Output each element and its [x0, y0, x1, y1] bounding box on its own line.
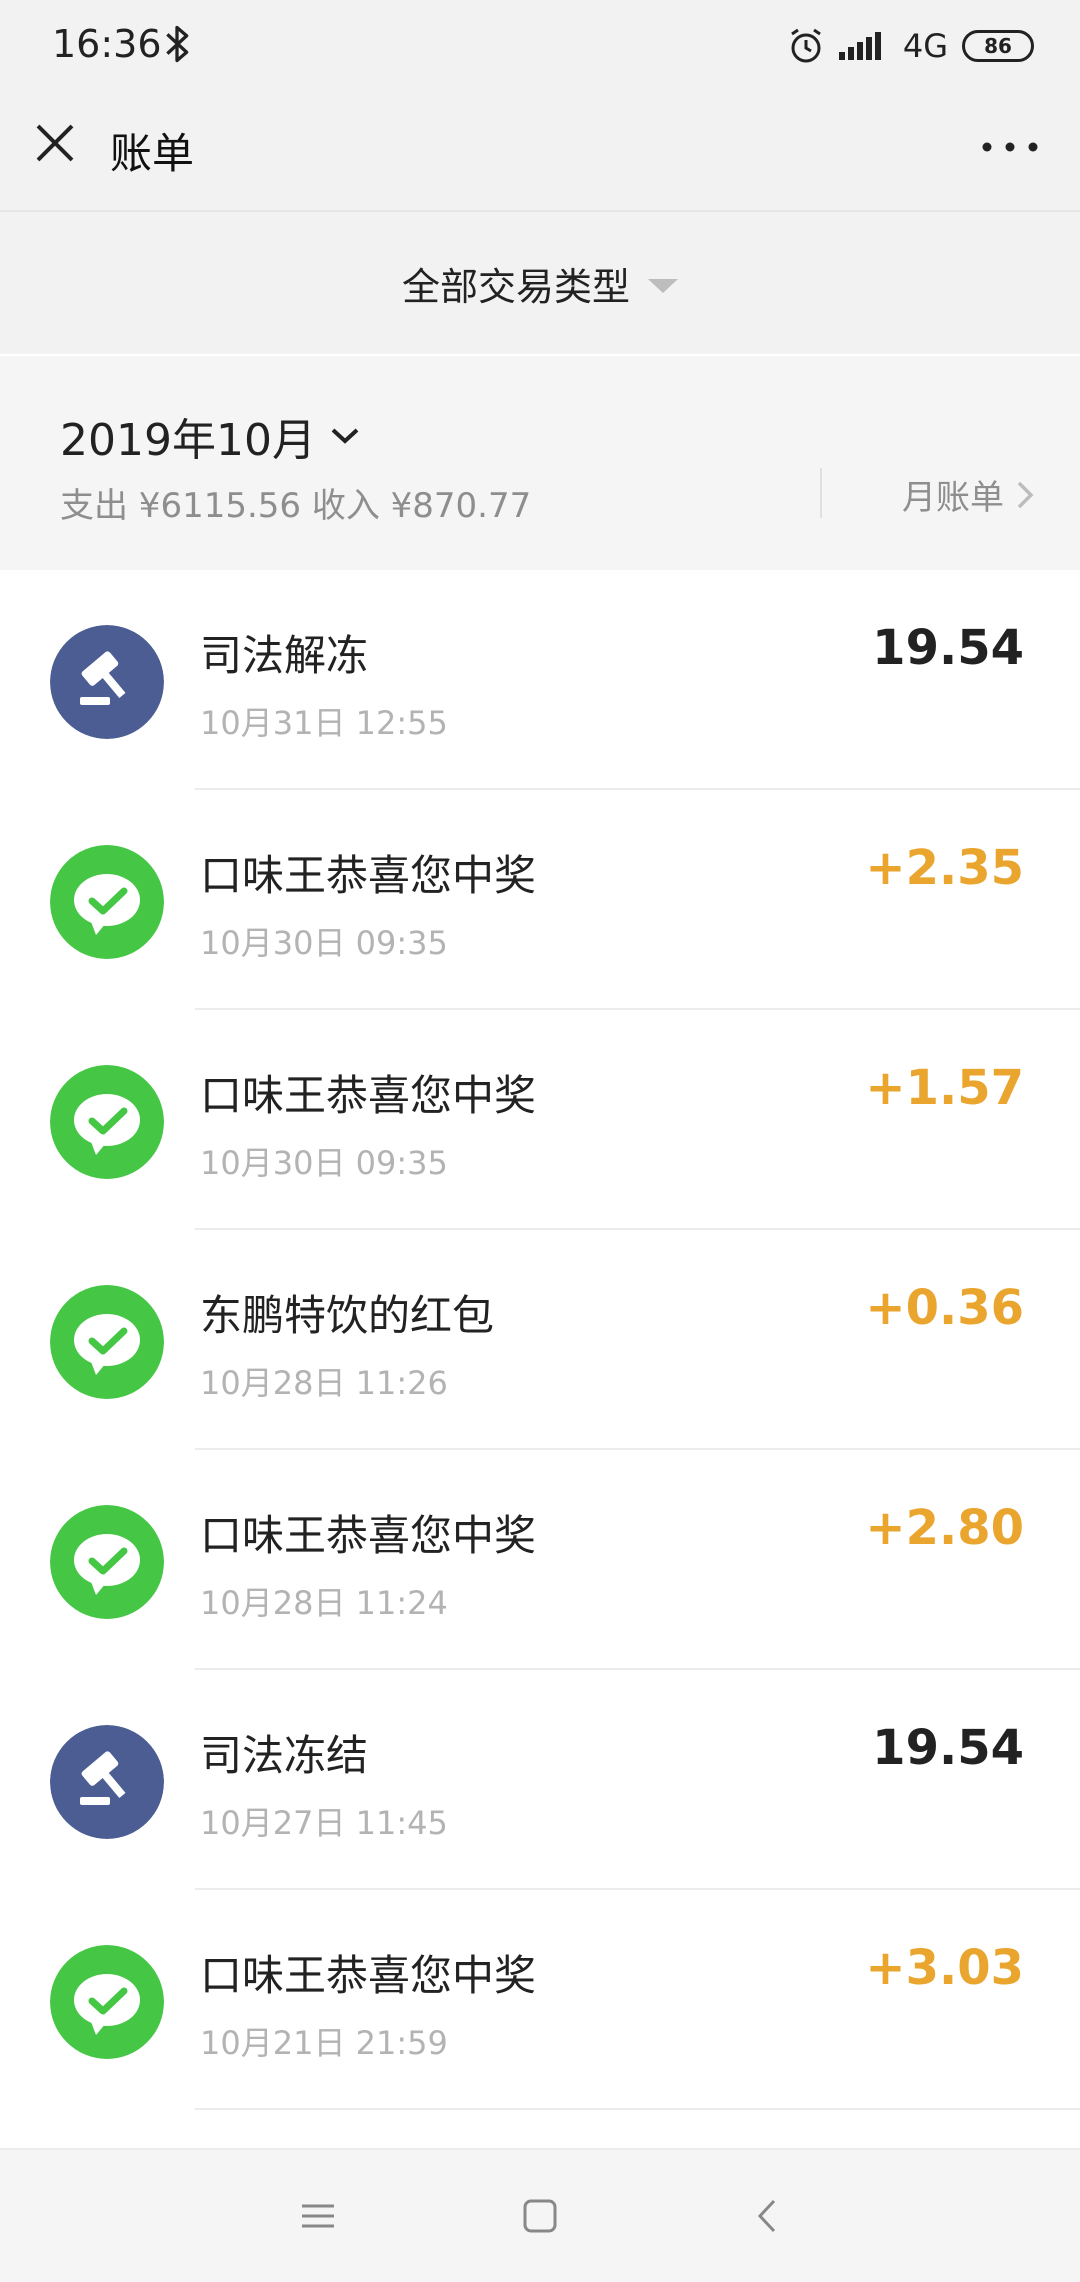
transaction-row[interactable]: 口味王恭喜您中奖 10月30日 09:35 +1.57 [0, 1010, 1080, 1230]
transaction-amount: 19.54 [872, 620, 1024, 676]
gavel-icon [50, 1725, 164, 1839]
alarm-icon [791, 28, 821, 63]
transaction-date: 10月21日 21:59 [200, 2024, 448, 2062]
transaction-row[interactable]: 东鹏特饮的红包 10月28日 11:26 +0.36 [0, 1230, 1080, 1450]
transaction-amount: +2.80 [865, 1500, 1024, 1556]
transaction-amount: +0.36 [865, 1280, 1024, 1336]
transaction-name: 司法解冻 [200, 631, 369, 680]
close-icon[interactable] [34, 122, 76, 164]
gavel-icon [50, 625, 164, 739]
system-nav-bar [0, 2148, 1080, 2282]
transaction-name: 口味王恭喜您中奖 [200, 1071, 537, 1120]
chevron-right-icon [1017, 481, 1034, 508]
wechat-pay-icon [50, 1065, 164, 1179]
transaction-name: 口味王恭喜您中奖 [200, 1511, 537, 1560]
battery-level: 86 [984, 34, 1012, 58]
month-selector[interactable]: 2019年10月 [60, 404, 360, 468]
transaction-list: 司法解冻 10月31日 12:55 19.54 口味王恭喜您中奖 10月30日 09:3… [0, 570, 1080, 2110]
back-icon[interactable] [748, 2196, 788, 2236]
transaction-date: 10月30日 09:35 [200, 1144, 448, 1182]
transaction-amount: 19.54 [872, 1720, 1024, 1776]
transaction-row[interactable]: 口味王恭喜您中奖 10月28日 11:24 +2.80 [0, 1450, 1080, 1670]
wechat-pay-icon [50, 845, 164, 959]
signal-icon [838, 32, 881, 60]
dropdown-triangle-icon [648, 279, 678, 293]
row-divider [195, 2108, 1080, 2110]
transaction-name: 东鹏特饮的红包 [200, 1291, 495, 1340]
more-icon[interactable] [982, 142, 1038, 152]
month-label: 2019年10月 [60, 415, 316, 466]
transaction-date: 10月28日 11:24 [200, 1584, 448, 1622]
chevron-down-icon [331, 428, 359, 444]
month-summary: 2019年10月 支出 ¥6115.56 收入 ¥870.77 月账单 [0, 356, 1080, 570]
transaction-type-filter[interactable]: 全部交易类型 [0, 212, 1080, 354]
month-totals: 支出 ¥6115.56 收入 ¥870.77 [60, 486, 532, 526]
battery-icon: 86 [962, 30, 1034, 62]
wechat-pay-icon [50, 1945, 164, 2059]
transaction-row[interactable]: 司法冻结 10月27日 11:45 19.54 [0, 1670, 1080, 1890]
status-icons: 4G 86 [787, 24, 1034, 68]
transaction-name: 口味王恭喜您中奖 [200, 1951, 537, 2000]
transaction-name: 司法冻结 [200, 1731, 369, 1780]
transaction-row[interactable]: 口味王恭喜您中奖 10月21日 21:59 +3.03 [0, 1890, 1080, 2110]
transaction-date: 10月30日 09:35 [200, 924, 448, 962]
transaction-row[interactable]: 司法解冻 10月31日 12:55 19.54 [0, 570, 1080, 790]
page-title: 账单 [110, 129, 195, 178]
transaction-date: 10月27日 11:45 [200, 1804, 448, 1842]
menu-icon[interactable] [298, 2196, 338, 2236]
title-bar: 账单 [0, 92, 1080, 210]
monthly-bill-label: 月账单 [902, 478, 1004, 518]
transaction-row[interactable]: 口味王恭喜您中奖 10月30日 09:35 +2.35 [0, 790, 1080, 1010]
monthly-bill-link[interactable]: 月账单 [902, 470, 1034, 519]
bluetooth-icon [166, 25, 189, 63]
transaction-name: 口味王恭喜您中奖 [200, 851, 537, 900]
transaction-amount: +2.35 [865, 840, 1024, 896]
transaction-date: 10月28日 11:26 [200, 1364, 448, 1402]
network-type: 4G [902, 27, 948, 65]
transaction-date: 10月31日 12:55 [200, 704, 448, 742]
filter-label: 全部交易类型 [401, 264, 630, 309]
status-bar: 16:36 4G 86 [0, 0, 1080, 92]
wechat-pay-icon [50, 1285, 164, 1399]
transaction-amount: +3.03 [865, 1940, 1024, 1996]
status-time: 16:36 [52, 22, 162, 66]
wechat-pay-icon [50, 1505, 164, 1619]
home-icon[interactable] [520, 2196, 560, 2236]
summary-divider [820, 468, 822, 518]
transaction-amount: +1.57 [865, 1060, 1024, 1116]
